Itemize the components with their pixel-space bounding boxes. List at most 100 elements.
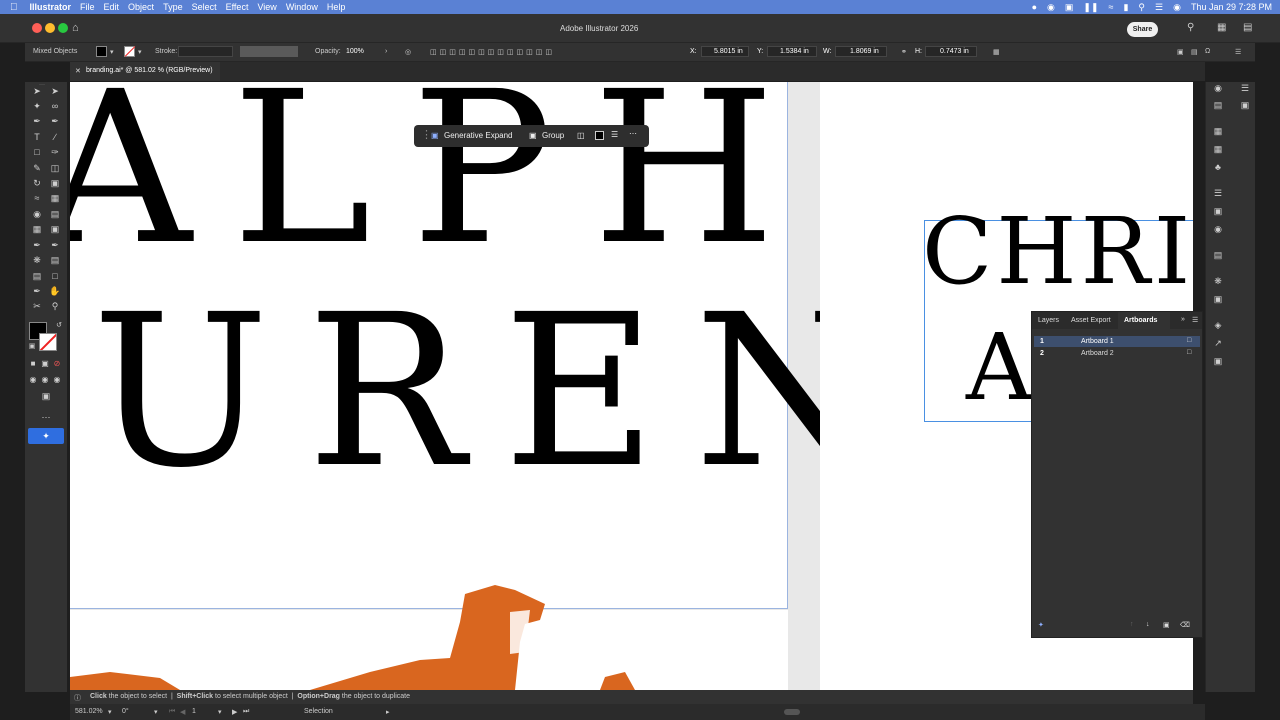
menu-edit[interactable]: Edit (104, 2, 120, 12)
comments-icon[interactable]: ▣ (1239, 99, 1251, 111)
isolate-icon[interactable]: ▣ (1177, 48, 1184, 56)
y-field[interactable]: 1.5384 in (767, 46, 817, 57)
graph-tool-icon[interactable]: ▤ (31, 270, 43, 282)
edit-toolbar-icon[interactable]: ⋯ (40, 411, 52, 423)
new-artboard-icon[interactable]: ▣ (1163, 621, 1170, 629)
draw-behind-icon[interactable]: ◉ (39, 374, 51, 386)
opacity-value[interactable]: 100% (346, 48, 364, 55)
chevron-down-icon[interactable]: ▾ (138, 48, 142, 56)
scale-tool-icon[interactable]: ▣ (49, 177, 61, 189)
puppet-icon[interactable]: ▤ (1191, 48, 1198, 56)
stroke-weight-field[interactable] (178, 46, 233, 57)
pencil-tool-icon[interactable]: ✎ (31, 162, 43, 174)
collapse-panel-icon[interactable]: » (1181, 316, 1185, 323)
h-field[interactable]: 0.7473 in (925, 46, 977, 57)
artboard-options-icon[interactable]: □ (1187, 337, 1191, 344)
rotate-tool-icon[interactable]: ↻ (31, 177, 43, 189)
wifi-icon[interactable]: ≈ (1109, 2, 1114, 12)
mesh-tool-icon[interactable]: ▦ (31, 223, 43, 235)
battery-icon[interactable]: ▮ (1123, 2, 1128, 13)
chevron-down-icon[interactable]: ▾ (154, 708, 158, 716)
rotation-value[interactable]: 0° (122, 708, 129, 715)
record-icon[interactable]: ● (1032, 2, 1037, 12)
logo-text-line1[interactable]: ALPH (70, 82, 816, 274)
zoom-window-button[interactable] (58, 23, 68, 33)
magic-wand-tool-icon[interactable]: ✦ (31, 100, 43, 112)
logo-text-right-line1[interactable]: CHRIS (922, 206, 1193, 298)
move-down-icon[interactable]: ↓ (1146, 621, 1150, 628)
close-icon[interactable]: ✕ (75, 67, 81, 75)
tab-layers[interactable]: Layers (1038, 317, 1059, 324)
swap-colors-icon[interactable]: ↺ (53, 320, 65, 332)
transparency-icon[interactable]: ◉ (1212, 223, 1224, 235)
paintbrush-tool-icon[interactable]: ✑ (49, 146, 61, 158)
workspace-icon[interactable]: ▦ (1217, 22, 1226, 33)
chevron-right-icon[interactable]: ▸ (386, 708, 390, 716)
artboard-row-2[interactable]: 2 Artboard 2 □ (1034, 348, 1200, 359)
zoom-level[interactable]: 581.02% (75, 708, 103, 715)
menu-type[interactable]: Type (163, 2, 183, 12)
align-icons[interactable]: ◫◫◫◫◫◫◫◫◫◫◫◫◫ (430, 48, 555, 56)
control-center-icon[interactable]: ☰ (1155, 2, 1163, 13)
w-field[interactable]: 1.8069 in (835, 46, 887, 57)
color-mode-icon[interactable]: ■ (27, 358, 39, 370)
last-artboard-icon[interactable]: ⏭ (243, 708, 249, 716)
menubar-datetime[interactable]: Thu Jan 29 7:28 PM (1191, 2, 1272, 12)
minimize-window-button[interactable] (45, 23, 55, 33)
share-button[interactable]: Share (1127, 22, 1158, 37)
generative-expand-button[interactable]: Generative Expand (444, 131, 513, 140)
width-tool-icon[interactable]: ≈ (31, 192, 43, 204)
transform-icon[interactable]: ▦ (993, 48, 1000, 56)
hamburger-icon[interactable]: ☰ (611, 130, 618, 139)
fill-swatch-mini[interactable] (595, 131, 604, 140)
none-mode-icon[interactable]: ⊘ (51, 358, 63, 370)
rectangle-tool-icon[interactable]: □ (31, 146, 43, 158)
anchor-icon[interactable]: Ω (1205, 48, 1210, 55)
symbols-icon[interactable]: ♣ (1212, 161, 1224, 173)
canvas-area[interactable]: ALPH UREN CHRIS A ⋮ ▣ Generative Expand … (70, 82, 1193, 690)
creative-cloud-icon[interactable]: ◉ (1047, 2, 1055, 13)
artboard-number[interactable]: 1 (192, 708, 196, 715)
appearance-icon[interactable]: ▤ (1212, 249, 1224, 261)
menu-object[interactable]: Object (128, 2, 154, 12)
menu-file[interactable]: File (80, 2, 95, 12)
tab-asset-export[interactable]: Asset Export (1071, 317, 1111, 324)
app-menu[interactable]: Illustrator (30, 2, 72, 12)
first-artboard-icon[interactable]: ⏮ (169, 708, 175, 716)
horizontal-scrollbar-thumb[interactable] (784, 709, 800, 715)
artboard-1[interactable]: ALPH UREN (70, 82, 878, 609)
default-colors-icon[interactable]: ▣ (26, 341, 38, 353)
apple-icon[interactable]:  (10, 2, 18, 13)
line-tool-icon[interactable]: ∕ (49, 131, 61, 143)
column-graph-tool-icon[interactable]: ▤ (49, 254, 61, 266)
align-icon[interactable]: ◫ (577, 131, 585, 140)
menu-view[interactable]: View (257, 2, 276, 12)
artboard-options-icon[interactable]: □ (1187, 349, 1191, 356)
panel-menu-icon[interactable]: ☰ (1192, 316, 1198, 324)
eyedropper-tool-icon[interactable]: ✒ (31, 239, 43, 251)
chevron-down-icon[interactable]: ▾ (108, 708, 112, 716)
variable-width-profile[interactable] (240, 46, 298, 57)
document-tab[interactable]: ✕ branding.ai* @ 581.02 % (RGB/Preview) (70, 62, 220, 81)
artboard-row-1[interactable]: 1 Artboard 1 □ (1034, 336, 1200, 347)
chevron-right-icon[interactable]: › (385, 48, 387, 55)
arrange-icon[interactable]: ▤ (1243, 22, 1252, 33)
lasso-tool-icon[interactable]: ∞ (49, 100, 61, 112)
logo-text-line2[interactable]: UREN (92, 287, 916, 497)
tab-artboards[interactable]: Artboards (1124, 317, 1157, 324)
blend-tool-icon[interactable]: ✒ (49, 239, 61, 251)
zoom-tool-icon[interactable]: ⚲ (49, 300, 61, 312)
draw-inside-icon[interactable]: ◉ (51, 374, 63, 386)
perspective-grid-tool-icon[interactable]: ▤ (49, 208, 61, 220)
previous-artboard-icon[interactable]: ◀ (180, 708, 185, 716)
fill-swatch[interactable] (96, 46, 107, 57)
search-icon[interactable]: ⚲ (1138, 2, 1145, 13)
graphic-styles-icon[interactable]: ❋ (1212, 275, 1224, 287)
gradient-tool-icon[interactable]: ▣ (49, 223, 61, 235)
next-artboard-icon[interactable]: ▶ (232, 708, 237, 716)
chevron-down-icon[interactable]: ▾ (218, 708, 222, 716)
screen-mode-icon[interactable]: ▣ (40, 390, 52, 402)
menu-help[interactable]: Help (327, 2, 346, 12)
artboards-icon[interactable]: ▣ (1212, 355, 1224, 367)
shape-builder-tool-icon[interactable]: ◉ (31, 208, 43, 220)
